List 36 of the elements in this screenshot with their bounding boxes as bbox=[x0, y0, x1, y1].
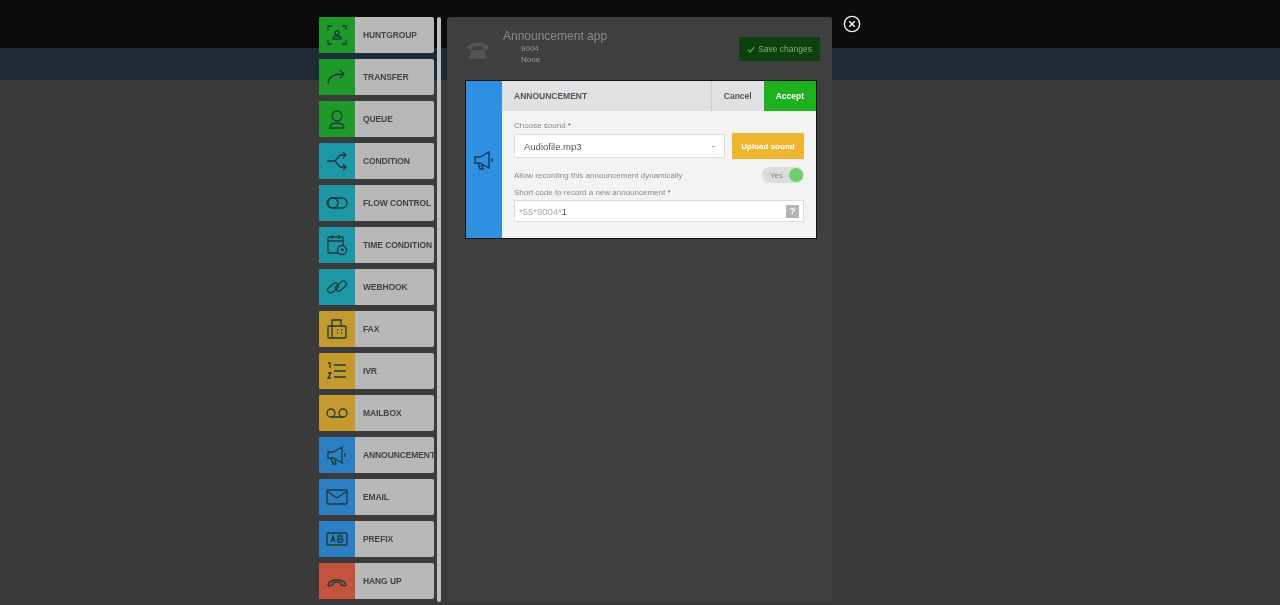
accept-button[interactable]: Accept bbox=[763, 81, 816, 111]
cancel-button[interactable]: Cancel bbox=[710, 81, 764, 111]
palette-item[interactable]: HUNTGROUP bbox=[319, 17, 434, 53]
palette-item[interactable]: HANG UP bbox=[319, 563, 434, 599]
fax-icon bbox=[325, 317, 349, 341]
palette-item[interactable]: FAX bbox=[319, 311, 434, 347]
palette-item[interactable]: EMAIL bbox=[319, 479, 434, 515]
save-changes-button[interactable]: Save changes bbox=[739, 37, 820, 61]
palette-item[interactable]: QUEUE bbox=[319, 101, 434, 137]
palette-item[interactable]: WEBHOOK bbox=[319, 269, 434, 305]
dialog-title: ANNOUNCEMENT bbox=[513, 91, 589, 101]
short-code-field[interactable]: *55*9004*1 ? bbox=[514, 200, 804, 222]
scrollbar[interactable] bbox=[437, 17, 441, 602]
extension-number: 9004 bbox=[520, 43, 540, 54]
palette-item[interactable]: FLOW CONTROL bbox=[319, 185, 434, 221]
palette-item[interactable]: ANNOUNCEMENT bbox=[319, 437, 434, 473]
field-label: Choose sound * bbox=[514, 121, 572, 130]
palette-item[interactable]: TIME CONDITION bbox=[319, 227, 434, 263]
caret-icon bbox=[712, 145, 715, 147]
split-arrow-icon bbox=[325, 149, 349, 173]
palette-item[interactable]: TRANSFER bbox=[319, 59, 434, 95]
checkmark-icon bbox=[747, 45, 756, 53]
field-label: Short code to record a new announcement * bbox=[514, 188, 672, 197]
toggle-switch[interactable]: Yes bbox=[762, 167, 804, 183]
megaphone-icon bbox=[325, 443, 349, 467]
palette-item[interactable]: MAILBOX bbox=[319, 395, 434, 431]
calendar-icon bbox=[325, 233, 349, 257]
target-value: None bbox=[520, 54, 542, 65]
palette-item[interactable]: PREFIX bbox=[319, 521, 434, 557]
app-title: Announcement app bbox=[503, 29, 608, 43]
palette-item[interactable]: CONDITION bbox=[319, 143, 434, 179]
palette-item[interactable]: IVR bbox=[319, 353, 434, 389]
sound-dropdown[interactable]: Audiofile.mp3 bbox=[514, 134, 725, 158]
field-label: Allow recording this announcement dynamically bbox=[514, 170, 683, 180]
group-icon bbox=[325, 23, 349, 47]
close-button[interactable] bbox=[843, 15, 861, 33]
